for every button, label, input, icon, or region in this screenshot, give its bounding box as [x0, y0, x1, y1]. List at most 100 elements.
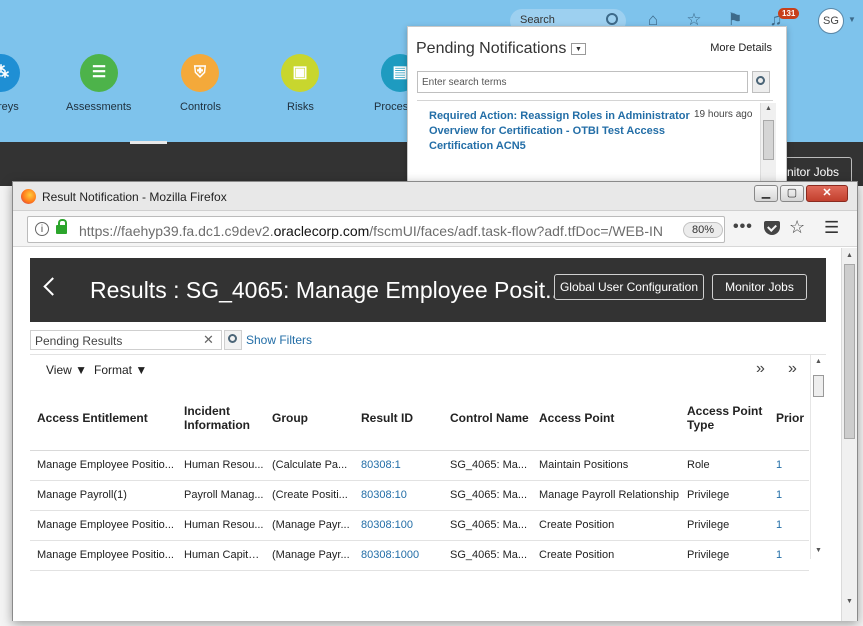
controls-tile-label[interactable]: Controls [180, 101, 221, 113]
surveys-tile-label[interactable]: reys [0, 101, 19, 113]
table-row[interactable]: Manage Employee Positio... Human Resou..… [30, 510, 809, 541]
scrollbar-thumb[interactable] [844, 264, 855, 439]
risks-tile-label[interactable]: Risks [287, 101, 314, 113]
column-header[interactable]: Control Name [443, 386, 532, 451]
global-search-placeholder: Search [520, 14, 555, 26]
table-cell: Privilege [680, 480, 769, 511]
table-cell: (Calculate Pa... [265, 450, 354, 481]
notification-item-link[interactable]: Required Action: Reassign Roles in Admin… [429, 109, 691, 154]
notification-item-time: 19 hours ago [694, 109, 753, 120]
table-row[interactable]: Manage Payroll(1) Payroll Manag... (Crea… [30, 480, 809, 511]
window-title: Result Notification - Mozilla Firefox [42, 190, 227, 204]
page-title: Results : SG_4065: Manage Employee Posit… [90, 277, 565, 303]
table-cell: (Manage Payr... [265, 510, 354, 541]
controls-tile-icon[interactable]: ⛨ [181, 54, 219, 92]
page-actions-icon[interactable]: ••• [733, 218, 753, 236]
page-header: Results : SG_4065: Manage Employee Posit… [30, 258, 826, 322]
site-info-icon[interactable]: i [35, 222, 49, 236]
notification-count-badge: 131 [778, 8, 800, 19]
assessments-tile-label[interactable]: Assessments [66, 101, 131, 113]
results-filter-input[interactable]: Pending Results [30, 330, 222, 350]
hamburger-menu-icon[interactable]: ☰ [824, 218, 839, 238]
clear-filter-icon[interactable]: ✕ [203, 332, 214, 348]
url-prefix: https://faehyp39.fa.dc1.c9dev2. [79, 223, 274, 239]
scroll-up-icon[interactable]: ▲ [846, 252, 853, 259]
table-cell: Privilege [680, 510, 769, 541]
pocket-icon[interactable] [764, 221, 780, 235]
url-domain: oraclecorp.com [273, 223, 370, 239]
table-cell: SG_4065: Ma... [443, 540, 532, 571]
zoom-level-badge[interactable]: 80% [683, 222, 723, 238]
scroll-up-icon[interactable]: ▲ [765, 105, 772, 112]
table-row[interactable]: Manage Employee Positio... Human Resou..… [30, 450, 809, 481]
scroll-columns-right-icon[interactable]: » [756, 360, 765, 378]
maximize-button[interactable]: ▢ [780, 185, 804, 202]
priority-link[interactable]: 1 [769, 510, 809, 541]
result-id-link[interactable]: 80308:10 [354, 480, 443, 511]
table-vertical-scrollbar[interactable]: ▲ ▼ [810, 355, 826, 559]
priority-link[interactable]: 1 [769, 540, 809, 571]
risks-tile-icon[interactable]: ▣ [281, 54, 319, 92]
column-header[interactable]: Incident Information [177, 386, 265, 451]
pending-notifications-popup: Pending Notifications ▼ More Details Ent… [407, 26, 787, 186]
scroll-down-icon[interactable]: ▼ [815, 547, 822, 554]
search-icon [756, 76, 765, 85]
processes-tile-label[interactable]: Proces [374, 101, 408, 113]
filter-search-button[interactable] [224, 330, 242, 350]
table-cell: Role [680, 450, 769, 481]
column-header[interactable]: Access Point Type [680, 386, 769, 451]
notifications-scrollbar[interactable]: ▲ [760, 103, 776, 183]
scrollbar-thumb[interactable] [813, 375, 824, 397]
priority-link[interactable]: 1 [769, 450, 809, 481]
view-menu-label: View [46, 363, 72, 377]
chevron-down-icon[interactable]: ▼ [571, 43, 586, 55]
bookmark-star-icon[interactable]: ☆ [789, 217, 805, 238]
scroll-columns-end-icon[interactable]: » [788, 360, 797, 378]
page-content: Results : SG_4065: Manage Employee Posit… [13, 248, 857, 621]
window-titlebar[interactable]: Result Notification - Mozilla Firefox ▁ … [13, 182, 857, 211]
table-cell: Manage Employee Positio... [30, 540, 177, 571]
table-cell: Privilege [680, 540, 769, 571]
scroll-up-icon[interactable]: ▲ [815, 358, 822, 365]
close-window-button[interactable]: ✕ [806, 185, 848, 202]
url-text[interactable]: https://faehyp39.fa.dc1.c9dev2.oraclecor… [79, 223, 664, 239]
view-menu[interactable]: View ▼ [46, 363, 87, 377]
scroll-down-icon[interactable]: ▼ [846, 598, 853, 605]
column-header[interactable]: Prior [769, 386, 809, 451]
result-id-link[interactable]: 80308:1000 [354, 540, 443, 571]
table-header-row: Access Entitlement Incident Information … [30, 386, 809, 451]
browser-navbar: i https://faehyp39.fa.dc1.c9dev2.oraclec… [13, 211, 857, 247]
surveys-tile-icon[interactable]: ⁂ [0, 54, 20, 92]
format-menu[interactable]: Format ▼ [94, 363, 147, 377]
table-cell: SG_4065: Ma... [443, 450, 532, 481]
monitor-jobs-button[interactable]: Monitor Jobs [712, 274, 807, 300]
url-bar[interactable]: i https://faehyp39.fa.dc1.c9dev2.oraclec… [27, 216, 725, 243]
column-header[interactable]: Access Entitlement [30, 386, 177, 451]
table-row[interactable]: Manage Employee Positio... Human Capital… [30, 540, 809, 571]
firefox-logo-icon [21, 189, 36, 204]
column-header[interactable]: Result ID [354, 386, 443, 451]
back-arrow-icon[interactable] [43, 277, 62, 296]
column-header[interactable]: Group [265, 386, 354, 451]
lock-icon[interactable] [56, 219, 67, 234]
chevron-down-icon[interactable]: ▼ [848, 15, 856, 24]
more-details-link[interactable]: More Details [710, 42, 772, 54]
table-toolbar: View ▼ Format ▼ » » [30, 355, 826, 383]
notifications-search-button[interactable] [752, 71, 770, 93]
table-cell: Manage Payroll Relationship [532, 480, 680, 511]
result-id-link[interactable]: 80308:1 [354, 450, 443, 481]
chevron-down-icon: ▼ [75, 363, 88, 377]
show-filters-link[interactable]: Show Filters [246, 333, 312, 347]
search-icon[interactable] [606, 13, 618, 25]
page-vertical-scrollbar[interactable]: ▲ ▼ [841, 248, 857, 621]
assessments-tile-icon[interactable]: ☰ [80, 54, 118, 92]
minimize-button[interactable]: ▁ [754, 185, 778, 202]
result-id-link[interactable]: 80308:100 [354, 510, 443, 541]
notifications-search-input[interactable]: Enter search terms [417, 71, 748, 93]
table-cell: Manage Payroll(1) [30, 480, 177, 511]
user-avatar[interactable]: SG [818, 8, 844, 34]
scrollbar-thumb[interactable] [763, 120, 774, 160]
priority-link[interactable]: 1 [769, 480, 809, 511]
global-user-configuration-button[interactable]: Global User Configuration [554, 274, 704, 300]
column-header[interactable]: Access Point [532, 386, 680, 451]
